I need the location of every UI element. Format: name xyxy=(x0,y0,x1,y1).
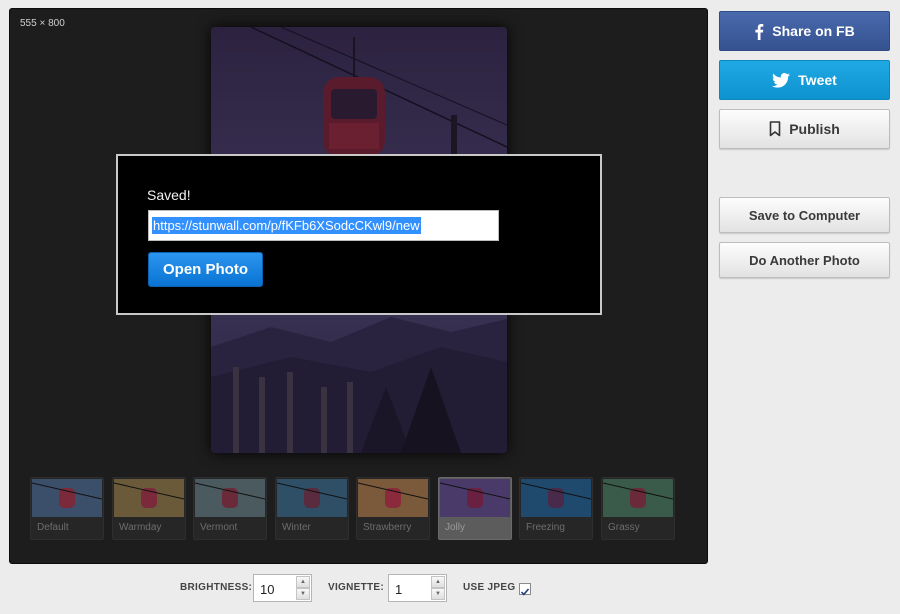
filter-label: Strawberry xyxy=(363,522,412,533)
filter-freezing[interactable]: Freezing xyxy=(519,477,593,540)
share-facebook-button[interactable]: Share on FB xyxy=(719,11,890,51)
twitter-icon xyxy=(772,72,791,88)
brightness-value[interactable]: 10 xyxy=(260,582,274,597)
share-url-field[interactable]: https://stunwall.com/p/fKFb6XSodcCKwl9/n… xyxy=(148,210,499,241)
filter-thumbnail xyxy=(114,479,184,517)
filter-thumbnail xyxy=(195,479,265,517)
publish-label: Publish xyxy=(789,121,840,137)
filter-winter[interactable]: Winter xyxy=(275,477,349,540)
filter-label: Warmday xyxy=(119,522,162,533)
adjustment-controls: BRIGHTNESS: 10 ▲ ▼ VIGNETTE: 1 ▲ ▼ USE J… xyxy=(0,574,900,604)
filter-thumbnail xyxy=(32,479,102,517)
filter-thumbnail xyxy=(440,479,510,517)
filter-thumbnail xyxy=(521,479,591,517)
open-photo-button[interactable]: Open Photo xyxy=(148,252,263,287)
vignette-stepper[interactable]: 1 ▲ ▼ xyxy=(388,574,447,602)
filter-vermont[interactable]: Vermont xyxy=(193,477,267,540)
filter-jolly[interactable]: Jolly xyxy=(438,477,512,540)
decrement-icon[interactable]: ▼ xyxy=(431,588,445,600)
filter-label: Vermont xyxy=(200,522,238,533)
checkmark-icon xyxy=(520,588,530,596)
filter-label: Grassy xyxy=(608,522,640,533)
filter-thumbnail xyxy=(603,479,673,517)
save-to-computer-button[interactable]: Save to Computer xyxy=(719,197,890,233)
filter-thumbnail xyxy=(277,479,347,517)
publish-button[interactable]: Publish xyxy=(719,109,890,149)
saved-dialog: Saved! https://stunwall.com/p/fKFb6XSodc… xyxy=(116,154,602,315)
tweet-button[interactable]: Tweet xyxy=(719,60,890,100)
filter-strip: Default Warmday Vermont Winter Strawberr… xyxy=(30,477,690,540)
saved-message: Saved! xyxy=(147,187,191,203)
filter-default[interactable]: Default xyxy=(30,477,104,540)
image-dimensions: 555 × 800 xyxy=(20,18,65,29)
filter-label: Freezing xyxy=(526,522,565,533)
filter-thumbnail xyxy=(358,479,428,517)
filter-grassy[interactable]: Grassy xyxy=(601,477,675,540)
decrement-icon[interactable]: ▼ xyxy=(296,588,310,600)
share-url-text[interactable]: https://stunwall.com/p/fKFb6XSodcCKwl9/n… xyxy=(152,217,421,234)
filter-label: Winter xyxy=(282,522,311,533)
facebook-icon xyxy=(754,23,764,40)
filter-label: Jolly xyxy=(445,522,466,533)
brightness-spinner[interactable]: ▲ ▼ xyxy=(296,576,310,600)
brightness-label: BRIGHTNESS: xyxy=(180,582,253,593)
vignette-label: VIGNETTE: xyxy=(328,582,385,593)
bookmark-icon xyxy=(769,121,781,137)
filter-label: Default xyxy=(37,522,69,533)
brightness-stepper[interactable]: 10 ▲ ▼ xyxy=(253,574,312,602)
filter-warmday[interactable]: Warmday xyxy=(112,477,186,540)
increment-icon[interactable]: ▲ xyxy=(296,576,310,588)
vignette-spinner[interactable]: ▲ ▼ xyxy=(431,576,445,600)
share-facebook-label: Share on FB xyxy=(772,23,855,39)
use-jpeg-checkbox[interactable] xyxy=(519,583,531,596)
use-jpeg-label: USE JPEG xyxy=(463,582,516,593)
increment-icon[interactable]: ▲ xyxy=(431,576,445,588)
vignette-value[interactable]: 1 xyxy=(395,582,402,597)
do-another-photo-button[interactable]: Do Another Photo xyxy=(719,242,890,278)
tweet-label: Tweet xyxy=(798,72,837,88)
filter-strawberry[interactable]: Strawberry xyxy=(356,477,430,540)
